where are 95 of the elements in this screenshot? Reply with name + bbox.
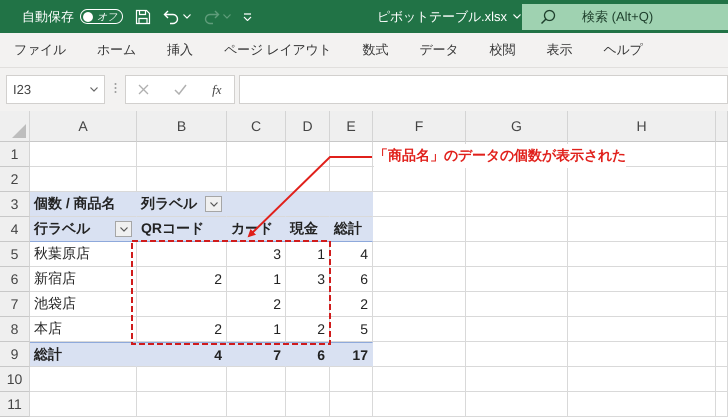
row-header[interactable]: 7 bbox=[0, 292, 30, 317]
empty-cell bbox=[716, 167, 728, 192]
table-cell: 6 bbox=[286, 342, 330, 367]
menu-tab[interactable]: データ bbox=[420, 41, 459, 59]
column-header[interactable]: H bbox=[568, 111, 716, 142]
column-header[interactable]: C bbox=[227, 111, 286, 142]
row-header[interactable]: 9 bbox=[0, 342, 30, 367]
table-cell: 総計 bbox=[330, 217, 373, 242]
empty-cell bbox=[716, 317, 728, 342]
table-cell: 現金 bbox=[286, 217, 330, 242]
row-header[interactable]: 11 bbox=[0, 392, 30, 417]
cancel-icon[interactable] bbox=[138, 84, 150, 95]
table-cell: 3 bbox=[227, 242, 286, 267]
table-cell: 7 bbox=[227, 342, 286, 367]
name-box[interactable]: I23 bbox=[6, 75, 105, 104]
table-cell: 総計 bbox=[30, 342, 137, 367]
table-cell: 2 bbox=[137, 267, 227, 292]
column-header[interactable]: D bbox=[286, 111, 330, 142]
menu-tab[interactable]: ヘルプ bbox=[604, 41, 643, 59]
caret-icon bbox=[120, 226, 128, 232]
table-cell: 秋葉原店 bbox=[30, 242, 137, 267]
empty-cell bbox=[716, 192, 728, 217]
check-icon[interactable] bbox=[174, 84, 188, 95]
column-header[interactable]: B bbox=[137, 111, 227, 142]
empty-cell bbox=[286, 392, 330, 417]
empty-cell bbox=[330, 367, 373, 392]
save-icon[interactable] bbox=[135, 8, 151, 24]
empty-cell bbox=[227, 142, 286, 167]
insert-function-button[interactable]: fx bbox=[212, 82, 222, 98]
table-cell: 1 bbox=[286, 242, 330, 267]
table-cell: 2 bbox=[330, 292, 373, 317]
empty-cell bbox=[716, 367, 728, 392]
empty-cell bbox=[716, 392, 728, 417]
row-header[interactable]: 5 bbox=[0, 242, 30, 267]
row-header[interactable]: 8 bbox=[0, 317, 30, 342]
grip-icon bbox=[114, 82, 116, 94]
table-cell: 1 bbox=[227, 267, 286, 292]
callout-text: 「商品名」のデータの個数が表示された bbox=[374, 144, 626, 168]
file-name[interactable]: ピボットテーブル.xlsx bbox=[377, 8, 521, 26]
empty-cell bbox=[330, 392, 373, 417]
table-cell: QRコード bbox=[137, 217, 227, 242]
pivot-label: 列ラベル bbox=[141, 195, 197, 213]
empty-cell bbox=[716, 217, 728, 242]
pivot-label: 行ラベル bbox=[34, 220, 90, 238]
table-cell: 4 bbox=[137, 342, 227, 367]
autosave-toggle[interactable]: オフ bbox=[80, 9, 123, 24]
table-cell: 新宿店 bbox=[30, 267, 137, 292]
filter-button[interactable] bbox=[205, 196, 222, 212]
row-header[interactable]: 1 bbox=[0, 142, 30, 167]
row-header[interactable]: 4 bbox=[0, 217, 30, 242]
menu-tab[interactable]: ファイル bbox=[14, 41, 66, 59]
menu-tab[interactable]: ページ レイアウト bbox=[224, 41, 332, 59]
table-cell: 4 bbox=[330, 242, 373, 267]
caret-icon bbox=[513, 14, 521, 19]
table-cell: 2 bbox=[227, 292, 286, 317]
caret-icon bbox=[183, 14, 191, 19]
column-header[interactable]: F bbox=[373, 111, 466, 142]
empty-cell bbox=[286, 142, 330, 167]
empty-cell bbox=[716, 242, 728, 267]
caret-icon bbox=[90, 87, 98, 92]
menu-tab[interactable]: ホーム bbox=[97, 41, 136, 59]
caret-icon bbox=[223, 14, 231, 19]
empty-cell bbox=[716, 292, 728, 317]
row-header[interactable]: 6 bbox=[0, 267, 30, 292]
empty-cell bbox=[286, 367, 330, 392]
select-all-icon[interactable] bbox=[12, 124, 26, 138]
table-cell: 個数 / 商品名 bbox=[30, 192, 137, 217]
caret-icon bbox=[210, 202, 218, 206]
empty-cell bbox=[716, 267, 728, 292]
column-header[interactable]: E bbox=[330, 111, 373, 142]
empty-cell bbox=[716, 342, 728, 367]
autosave-label: 自動保存 bbox=[22, 8, 74, 26]
menu-tab[interactable]: 表示 bbox=[546, 41, 573, 59]
filter-button[interactable] bbox=[115, 221, 132, 237]
customize-button[interactable] bbox=[243, 12, 252, 20]
search-field[interactable]: 検索 (Alt+Q) bbox=[522, 4, 728, 30]
row-header[interactable]: 2 bbox=[0, 167, 30, 192]
menu-tab[interactable]: 校閲 bbox=[490, 41, 516, 59]
table-cell: 6 bbox=[330, 267, 373, 292]
column-header[interactable]: G bbox=[466, 111, 568, 142]
formula-input[interactable] bbox=[239, 75, 728, 104]
empty-cell bbox=[286, 292, 330, 317]
empty-cell bbox=[227, 367, 286, 392]
column-header[interactable] bbox=[716, 111, 728, 142]
search-icon bbox=[540, 8, 556, 24]
table-cell: 17 bbox=[330, 342, 373, 367]
menu-tab[interactable]: 数式 bbox=[362, 41, 389, 59]
row-header[interactable]: 10 bbox=[0, 367, 30, 392]
undo-button[interactable] bbox=[163, 8, 191, 24]
column-header[interactable]: A bbox=[30, 111, 137, 142]
table-cell: 池袋店 bbox=[30, 292, 137, 317]
table-cell: 3 bbox=[286, 267, 330, 292]
empty-cell bbox=[227, 392, 286, 417]
row-header[interactable]: 3 bbox=[0, 192, 30, 217]
menu-tab[interactable]: 挿入 bbox=[167, 41, 193, 59]
